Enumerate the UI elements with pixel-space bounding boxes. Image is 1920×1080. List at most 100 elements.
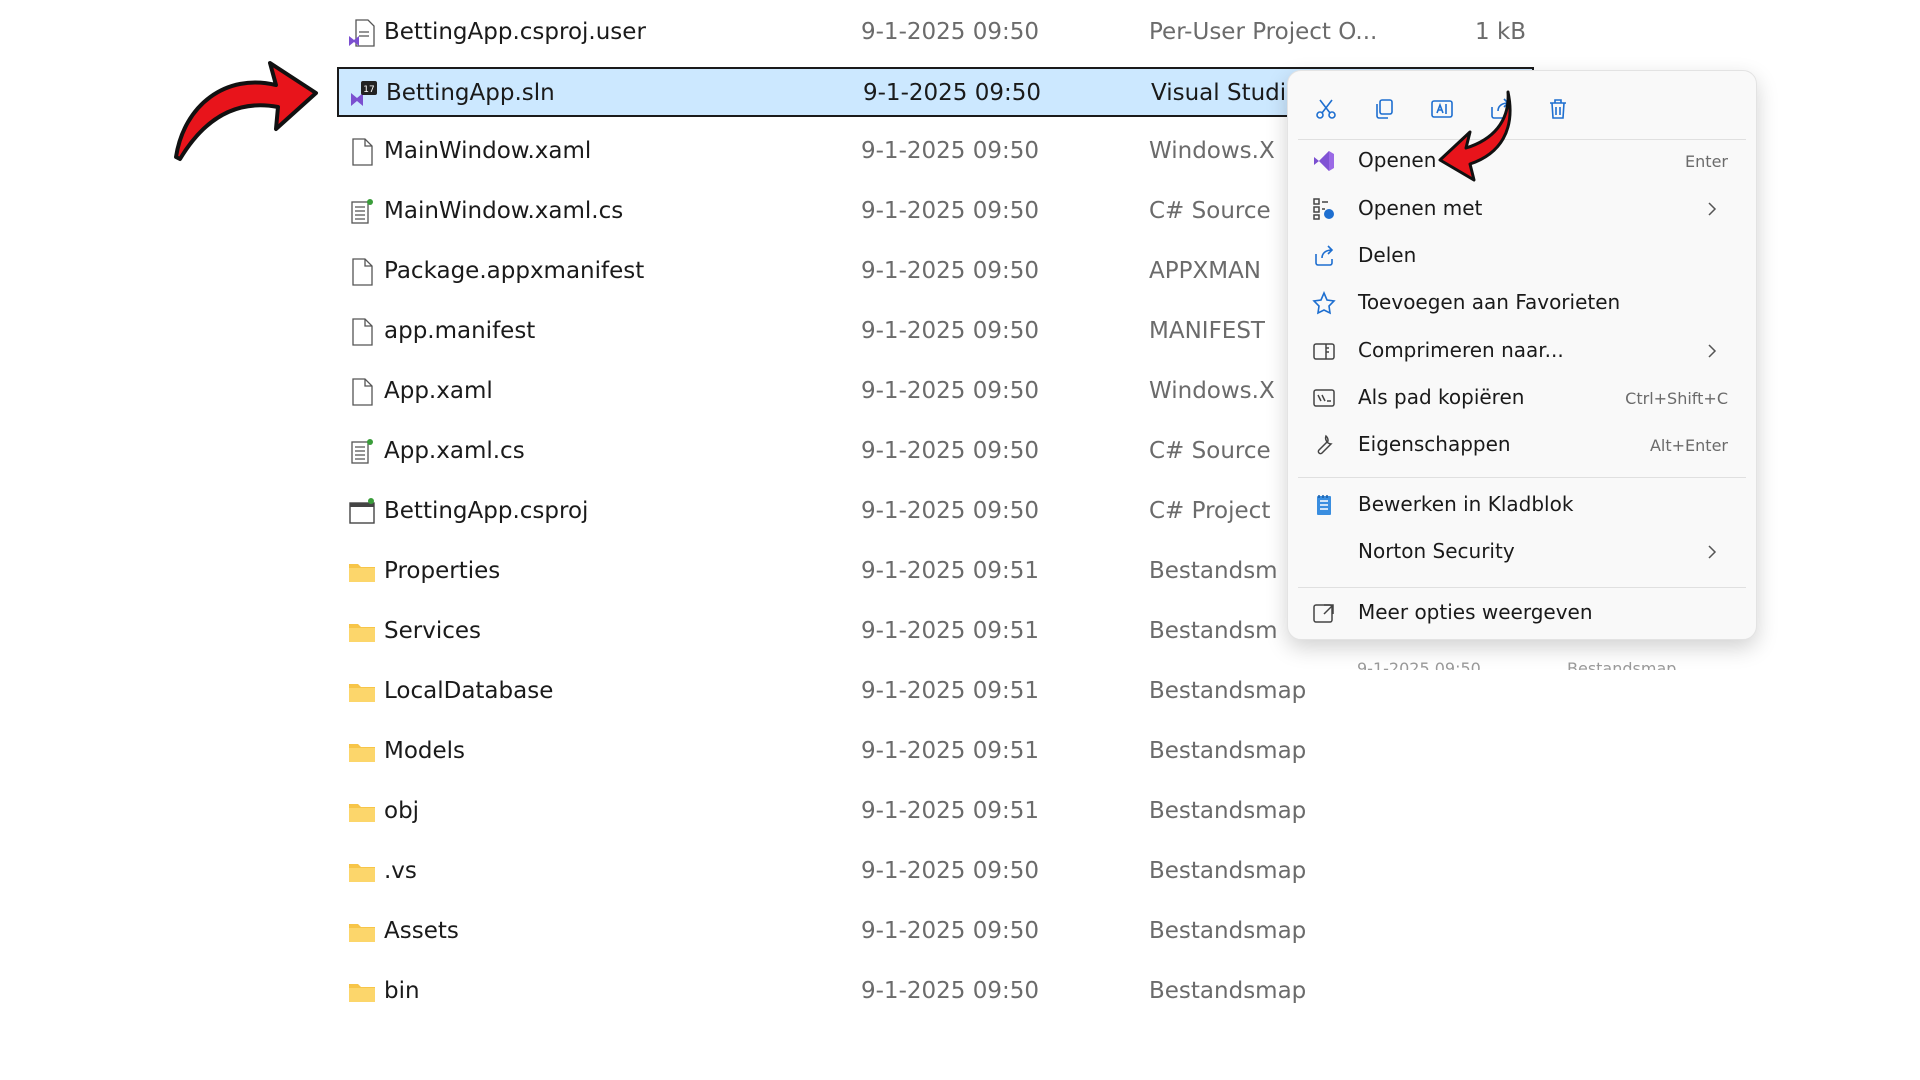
file-name: MainWindow.xaml [384, 138, 592, 164]
file-row[interactable]: Assets 9-1-2025 09:50 Bestandsmap [337, 907, 1534, 957]
menu-item-label: Als pad kopiëren [1358, 385, 1525, 409]
csharp-file-icon [347, 197, 377, 227]
file-name: bin [384, 978, 420, 1004]
file-type: Windows.X [1149, 378, 1275, 404]
share-icon [1310, 242, 1338, 270]
menu-item-label: Delen [1358, 243, 1417, 267]
file-icon [347, 137, 377, 167]
menu-item-label: Openen [1358, 148, 1437, 172]
menu-item-label: Comprimeren naar... [1358, 338, 1564, 362]
folder-icon [347, 737, 377, 767]
menu-item-toevoegen-aan-favorieten[interactable]: Toevoegen aan Favorieten [1296, 281, 1748, 325]
project-file-icon [347, 497, 377, 527]
file-date: 9-1-2025 09:50 [863, 80, 1041, 106]
folder-icon [347, 857, 377, 887]
file-type: C# Source [1149, 198, 1271, 224]
menu-item-label: Norton Security [1358, 539, 1515, 563]
file-type: MANIFEST [1149, 318, 1265, 344]
file-name: BettingApp.csproj [384, 498, 589, 524]
file-row[interactable]: Models 9-1-2025 09:51 Bestandsmap [337, 727, 1534, 777]
chevron-right-icon [1702, 540, 1722, 564]
delete-icon[interactable] [1538, 89, 1578, 129]
copy-icon[interactable] [1364, 89, 1404, 129]
file-name: app.manifest [384, 318, 536, 344]
file-date: 9-1-2025 09:50 [861, 19, 1039, 45]
file-type: C# Project [1149, 498, 1271, 524]
file-size: 1 kB [1475, 19, 1527, 45]
folder-icon [347, 917, 377, 947]
file-name: Services [384, 618, 481, 644]
menu-item-delen[interactable]: Delen [1296, 234, 1748, 278]
file-type: C# Source [1149, 438, 1271, 464]
file-name: BettingApp.csproj.user [384, 19, 646, 45]
file-row[interactable]: .vs 9-1-2025 09:50 Bestandsmap [337, 847, 1534, 897]
open-with-icon [1310, 195, 1338, 223]
menu-item-openen[interactable]: Openen Enter [1296, 139, 1748, 183]
file-row[interactable]: obj 9-1-2025 09:51 Bestandsmap [337, 787, 1534, 837]
folder-icon [347, 797, 377, 827]
menu-item-bewerken-in-kladblok[interactable]: Bewerken in Kladblok [1296, 483, 1748, 527]
file-icon [347, 377, 377, 407]
file-type: Windows.X [1149, 138, 1275, 164]
quick-actions-bar [1306, 83, 1736, 139]
file-name: Assets [384, 918, 459, 944]
file-name: .vs [384, 858, 417, 884]
file-date: 9-1-2025 09:50 [861, 198, 1039, 224]
file-type: Bestandsmap [1149, 798, 1307, 824]
menu-item-eigenschappen[interactable]: Eigenschappen Alt+Enter [1296, 423, 1748, 467]
file-type: Visual Studio [1151, 80, 1291, 106]
menu-item-label: Openen met [1358, 196, 1483, 220]
file-date: 9-1-2025 09:51 [861, 678, 1039, 704]
file-date: 9-1-2025 09:50 [861, 138, 1039, 164]
menu-item-label: Meer opties weergeven [1358, 600, 1593, 624]
file-type: Bestandsm [1149, 618, 1278, 644]
file-name: obj [384, 798, 420, 824]
file-name: Package.appxmanifest [384, 258, 645, 284]
menu-item-norton-security[interactable]: Norton Security [1296, 530, 1748, 574]
file-date: 9-1-2025 09:51 [861, 558, 1039, 584]
copy-path-icon [1310, 384, 1338, 412]
file-icon [347, 257, 377, 287]
file-name: MainWindow.xaml.cs [384, 198, 624, 224]
file-name: LocalDatabase [384, 678, 554, 704]
file-row[interactable]: bin 9-1-2025 09:50 Bestandsmap [337, 967, 1534, 1017]
file-row[interactable]: BettingApp.csproj.user 9-1-2025 09:50 Per-… [337, 8, 1534, 58]
chevron-right-icon [1702, 197, 1722, 221]
more-options-icon [1310, 599, 1338, 627]
file-name: Models [384, 738, 466, 764]
file-type: Bestandsmap [1149, 678, 1307, 704]
menu-item-comprimeren-naar[interactable]: Comprimeren naar... [1296, 329, 1748, 373]
file-date: 9-1-2025 09:50 [861, 318, 1039, 344]
ghost-row-type: Bestandsmap [1567, 659, 1677, 670]
cut-icon[interactable] [1306, 89, 1346, 129]
menu-item-label: Eigenschappen [1358, 432, 1511, 456]
red-arrow-annotation [174, 61, 318, 161]
folder-icon [347, 617, 377, 647]
file-name: Properties [384, 558, 501, 584]
ghost-row-date: 9-1-2025 09:50 [1357, 659, 1481, 670]
vs-user-file-icon [347, 18, 377, 48]
archive-icon [1310, 337, 1338, 365]
file-name: BettingApp.sln [386, 80, 555, 106]
menu-item-als-pad-kopi-ren[interactable]: Als pad kopiëren Ctrl+Shift+C [1296, 376, 1748, 420]
menu-item-shortcut: Enter [1685, 152, 1728, 171]
file-type: Bestandsmap [1149, 738, 1307, 764]
menu-item-shortcut: Ctrl+Shift+C [1625, 389, 1728, 408]
file-date: 9-1-2025 09:51 [861, 798, 1039, 824]
file-date: 9-1-2025 09:50 [861, 858, 1039, 884]
menu-item-meer-opties-weergeven[interactable]: Meer opties weergeven [1296, 591, 1748, 635]
file-type: Bestandsmap [1149, 858, 1307, 884]
file-name: App.xaml [384, 378, 493, 404]
file-type: Bestandsmap [1149, 978, 1307, 1004]
menu-item-shortcut: Alt+Enter [1649, 436, 1728, 455]
menu-item-openen-met[interactable]: Openen met [1296, 187, 1748, 231]
file-date: 9-1-2025 09:50 [861, 918, 1039, 944]
folder-icon [347, 557, 377, 587]
file-type: APPXMAN [1149, 258, 1262, 284]
menu-item-label: Toevoegen aan Favorieten [1358, 290, 1621, 314]
file-row[interactable]: LocalDatabase 9-1-2025 09:51 Bestandsmap [337, 667, 1534, 717]
notepad-icon [1310, 491, 1338, 519]
folder-icon [347, 977, 377, 1007]
file-date: 9-1-2025 09:51 [861, 738, 1039, 764]
file-name: App.xaml.cs [384, 438, 525, 464]
